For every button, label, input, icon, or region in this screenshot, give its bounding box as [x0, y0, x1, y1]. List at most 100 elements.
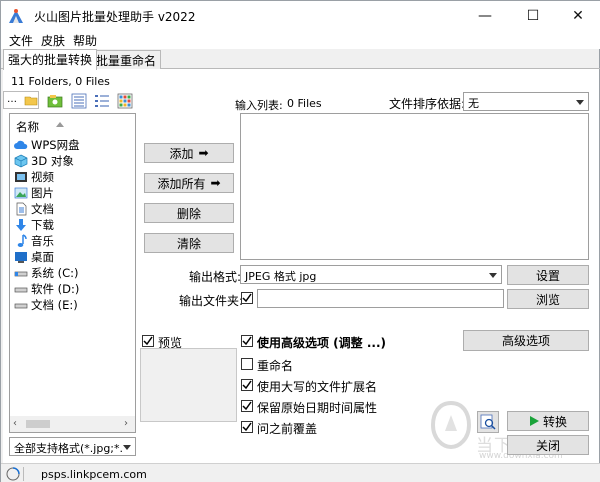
tree-item-label: 桌面 — [31, 250, 54, 264]
checkmark-icon — [242, 401, 252, 411]
tree-item-videos[interactable]: 视频 — [14, 169, 54, 185]
tree-item-downloads[interactable]: 下载 — [14, 217, 54, 233]
list-view-icon[interactable] — [71, 93, 87, 109]
chevron-down-icon — [123, 445, 131, 450]
cube-icon — [14, 154, 28, 168]
checkmark-icon — [242, 422, 252, 432]
tree-item-pictures[interactable]: 图片 — [14, 185, 54, 201]
output-format-label: 输出格式: — [189, 270, 242, 284]
minimize-button[interactable]: — — [462, 1, 508, 31]
tree-item-label: 系统 (C:) — [31, 266, 79, 280]
file-filter-value: 全部支持格式(*.jpg;*. — [14, 442, 124, 455]
folder-count-label: 11 Folders, 0 Files — [11, 75, 110, 88]
uppercase-ext-checkbox[interactable] — [241, 379, 253, 391]
details-view-icon[interactable] — [94, 93, 110, 109]
output-folder-input[interactable] — [257, 289, 504, 308]
tree-item-label: 音乐 — [31, 234, 54, 248]
sort-by-combo[interactable]: 无 — [463, 92, 589, 111]
rename-label: 重命名 — [257, 359, 294, 373]
close-window-button[interactable]: ✕ — [555, 1, 600, 31]
checkmark-icon — [143, 336, 153, 346]
input-file-list[interactable] — [240, 113, 589, 260]
thumbnail-view-icon[interactable] — [117, 93, 133, 109]
video-folder-icon — [15, 172, 27, 182]
output-folder-label: 输出文件夹: — [179, 294, 244, 308]
window-title: 火山图片批量处理助手 v2022 — [34, 10, 196, 24]
tree-item-drive-c[interactable]: 系统 (C:) — [14, 265, 79, 281]
scroll-right-icon[interactable]: › — [124, 418, 128, 429]
sort-asc-icon — [56, 122, 64, 127]
drive-icon — [14, 303, 28, 309]
convert-button-label: 转换 — [542, 414, 567, 429]
tree-item-label: 软件 (D:) — [31, 282, 80, 296]
ask-overwrite-label: 问之前覆盖 — [257, 422, 318, 436]
tree-item-wps-drive[interactable]: WPS网盘 — [14, 137, 80, 153]
scroll-left-icon[interactable]: ‹ — [13, 418, 17, 429]
status-text: psps.linkpcem.com — [41, 468, 147, 481]
delete-button[interactable]: 删除 — [144, 203, 234, 223]
menu-file[interactable]: 文件 — [9, 32, 33, 49]
tree-item-drive-e[interactable]: 文档 (E:) — [14, 297, 78, 313]
tree-item-label: 文档 (E:) — [31, 298, 78, 312]
folder-path-box[interactable]: … — [3, 91, 39, 109]
convert-button[interactable]: 转换 — [507, 411, 589, 431]
close-button[interactable]: 关闭 — [507, 435, 589, 455]
scrollbar-thumb[interactable] — [26, 420, 50, 428]
sort-by-label: 文件排序依据: — [389, 97, 466, 111]
cloud-icon — [14, 140, 28, 149]
sort-by-value: 无 — [468, 97, 479, 110]
uppercase-ext-label: 使用大写的文件扩展名 — [257, 380, 378, 394]
checkmark-icon — [242, 380, 252, 390]
browse-button[interactable]: 浏览 — [507, 289, 589, 309]
preview-search-button[interactable] — [477, 411, 499, 433]
preview-checkbox[interactable] — [142, 335, 154, 347]
output-folder-checkbox[interactable] — [241, 292, 253, 304]
maximize-icon: ☐ — [526, 8, 540, 24]
checkmark-icon — [242, 293, 252, 303]
tree-item-label: 文档 — [31, 202, 54, 216]
maximize-button[interactable]: ☐ — [510, 1, 556, 31]
add-all-button[interactable]: 添加所有 ➡ — [144, 173, 234, 193]
status-divider — [23, 467, 24, 481]
output-format-combo[interactable]: JPEG 格式 jpg — [240, 265, 502, 284]
tree-item-desktop[interactable]: 桌面 — [14, 249, 54, 265]
close-icon: ✕ — [572, 8, 584, 24]
tab-batch-rename[interactable]: 批量重命名 — [91, 50, 162, 69]
menu-help[interactable]: 帮助 — [73, 32, 97, 49]
tree-column-header[interactable]: 名称 — [16, 119, 39, 135]
folder-up-icon[interactable] — [47, 93, 63, 109]
advanced-options-checkbox[interactable] — [241, 335, 253, 347]
input-file-count: 0 Files — [287, 97, 322, 110]
tree-item-documents[interactable]: 文档 — [14, 201, 54, 217]
add-all-button-label: 添加所有 — [157, 176, 206, 191]
menu-bar: 文件 皮肤 帮助 — [1, 31, 600, 49]
tree-horizontal-scrollbar[interactable]: ‹ › — [10, 416, 135, 432]
advanced-options-button[interactable]: 高级选项 — [463, 330, 589, 351]
settings-button[interactable]: 设置 — [507, 265, 589, 285]
ellipsis-icon: … — [7, 94, 17, 105]
tree-item-label: 3D 对象 — [31, 154, 74, 168]
folder-tree[interactable]: 名称 WPS网盘 3D 对象 视频 图片 文档 下载 音乐 桌面 系统 (C:)… — [9, 113, 136, 433]
file-filter-combo[interactable]: 全部支持格式(*.jpg;*. — [9, 437, 136, 456]
tree-item-drive-d[interactable]: 软件 (D:) — [14, 281, 79, 297]
document-folder-icon — [16, 202, 27, 216]
output-format-value: JPEG 格式 jpg — [245, 270, 317, 283]
desktop-folder-icon — [15, 252, 27, 263]
tree-item-3d-objects[interactable]: 3D 对象 — [14, 153, 74, 169]
tree-item-label: 视频 — [31, 170, 54, 184]
menu-skin[interactable]: 皮肤 — [41, 32, 65, 49]
rename-checkbox[interactable] — [241, 358, 253, 370]
tree-item-music[interactable]: 音乐 — [14, 233, 54, 249]
app-window: 火山图片批量处理助手 v2022 — ☐ ✕ 文件 皮肤 帮助 强大的批量转换 … — [0, 0, 600, 482]
tree-item-label: 图片 — [31, 186, 54, 200]
keep-date-checkbox[interactable] — [241, 400, 253, 412]
play-icon — [529, 416, 539, 426]
download-arrow-icon — [16, 219, 26, 231]
tab-batch-convert[interactable]: 强大的批量转换 — [3, 49, 98, 70]
volcano-app-icon — [8, 8, 24, 24]
add-button[interactable]: 添加 ➡ — [144, 143, 234, 163]
tree-item-label: WPS网盘 — [31, 138, 80, 152]
ask-overwrite-checkbox[interactable] — [241, 421, 253, 433]
music-note-icon — [17, 234, 27, 247]
clear-button[interactable]: 清除 — [144, 233, 234, 253]
